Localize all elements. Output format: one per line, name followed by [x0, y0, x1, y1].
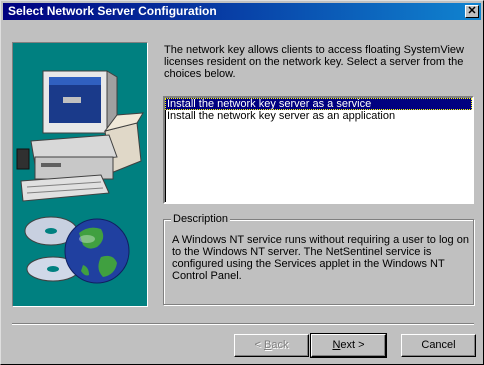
intro-text: The network key allows clients to access…: [164, 44, 464, 80]
description-group: Description A Windows NT service runs wi…: [163, 213, 474, 305]
computer-and-globe-icon: [16, 70, 144, 284]
close-icon: ✕: [467, 5, 477, 17]
dialog-window: Select Network Server Configuration ✕ Th…: [0, 0, 484, 365]
next-button-rest: ext >: [340, 339, 365, 351]
back-button-prefix: <: [254, 339, 264, 351]
description-text: A Windows NT service runs without requir…: [172, 234, 469, 282]
separator: [12, 323, 474, 325]
list-item-application[interactable]: Install the network key server as an app…: [165, 110, 472, 122]
window-title: Select Network Server Configuration: [8, 4, 217, 18]
close-button[interactable]: ✕: [465, 5, 479, 18]
list-item-service[interactable]: Install the network key server as a serv…: [165, 98, 472, 110]
back-button[interactable]: < Back: [234, 334, 309, 357]
title-bar[interactable]: Select Network Server Configuration ✕: [3, 3, 481, 20]
cancel-button[interactable]: Cancel: [401, 334, 476, 357]
description-legend: Description: [171, 213, 231, 225]
next-button[interactable]: Next >: [310, 333, 387, 358]
server-option-list[interactable]: Install the network key server as a serv…: [163, 96, 474, 204]
back-button-rest: ack: [271, 339, 289, 351]
setup-illustration: [12, 42, 148, 307]
